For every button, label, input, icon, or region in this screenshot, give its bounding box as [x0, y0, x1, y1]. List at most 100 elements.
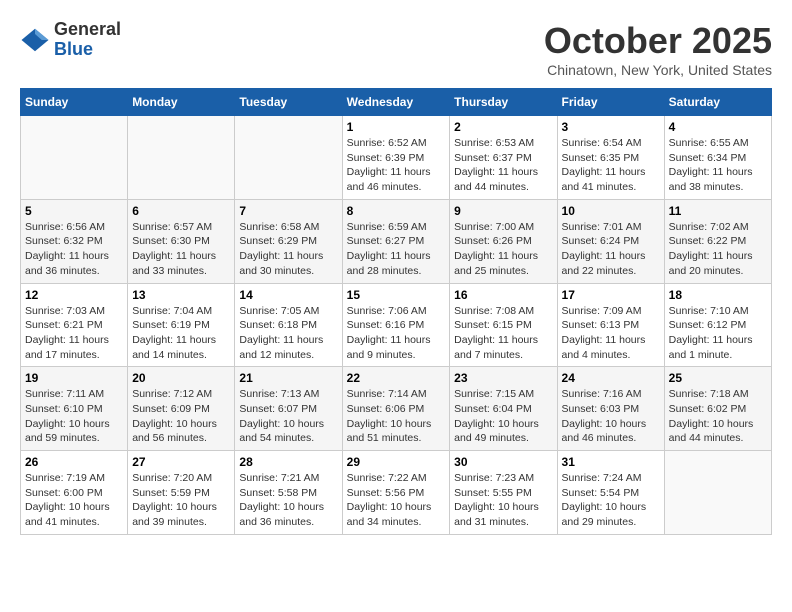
calendar-cell: 18 Sunrise: 7:10 AM Sunset: 6:12 PM Dayli… [664, 283, 771, 367]
calendar-cell: 1Sunrise: 6:52 AM Sunset: 6:39 PM Daylig… [342, 116, 450, 200]
calendar-cell: 22Sunrise: 7:14 AM Sunset: 6:06 PM Dayli… [342, 367, 450, 451]
calendar-cell: 12 Sunrise: 7:03 AM Sunset: 6:21 PM Dayli… [21, 283, 128, 367]
day-number: 20 [132, 371, 230, 385]
day-info: Sunrise: 6:59 AM Sunset: 6:27 PM Dayligh… [347, 220, 446, 279]
day-info: Sunrise: 7:13 AM Sunset: 6:07 PM Dayligh… [239, 387, 337, 446]
day-number: 17 [562, 288, 660, 302]
calendar-cell: 25Sunrise: 7:18 AM Sunset: 6:02 PM Dayli… [664, 367, 771, 451]
day-number: 1 [347, 120, 446, 134]
day-number: 28 [239, 455, 337, 469]
calendar-cell: 3 Sunrise: 6:54 AM Sunset: 6:35 PM Daylig… [557, 116, 664, 200]
logo: General Blue [20, 20, 121, 60]
day-info: Sunrise: 6:58 AM Sunset: 6:29 PM Dayligh… [239, 220, 337, 279]
title-section: October 2025 Chinatown, New York, United… [544, 20, 772, 78]
day-info: Sunrise: 7:09 AM Sunset: 6:13 PM Dayligh… [562, 304, 660, 363]
logo-general: General [54, 20, 121, 40]
calendar-table: SundayMondayTuesdayWednesdayThursdayFrid… [20, 88, 772, 535]
month-title: October 2025 [544, 20, 772, 62]
header-wednesday: Wednesday [342, 89, 450, 116]
calendar-week-1: 1Sunrise: 6:52 AM Sunset: 6:39 PM Daylig… [21, 116, 772, 200]
day-info: Sunrise: 6:55 AM Sunset: 6:34 PM Dayligh… [669, 136, 767, 195]
day-number: 23 [454, 371, 552, 385]
day-info: Sunrise: 6:53 AM Sunset: 6:37 PM Dayligh… [454, 136, 552, 195]
logo-icon [20, 25, 50, 55]
calendar-cell: 17 Sunrise: 7:09 AM Sunset: 6:13 PM Dayli… [557, 283, 664, 367]
day-number: 27 [132, 455, 230, 469]
day-number: 31 [562, 455, 660, 469]
day-info: Sunrise: 7:20 AM Sunset: 5:59 PM Dayligh… [132, 471, 230, 530]
day-info: Sunrise: 7:21 AM Sunset: 5:58 PM Dayligh… [239, 471, 337, 530]
calendar-header-row: SundayMondayTuesdayWednesdayThursdayFrid… [21, 89, 772, 116]
day-number: 26 [25, 455, 123, 469]
day-info: Sunrise: 7:23 AM Sunset: 5:55 PM Dayligh… [454, 471, 552, 530]
day-number: 25 [669, 371, 767, 385]
calendar-cell: 19Sunrise: 7:11 AM Sunset: 6:10 PM Dayli… [21, 367, 128, 451]
day-number: 24 [562, 371, 660, 385]
calendar-cell: 23 Sunrise: 7:15 AM Sunset: 6:04 PM Dayli… [450, 367, 557, 451]
day-info: Sunrise: 7:06 AM Sunset: 6:16 PM Dayligh… [347, 304, 446, 363]
header-monday: Monday [128, 89, 235, 116]
day-info: Sunrise: 7:00 AM Sunset: 6:26 PM Dayligh… [454, 220, 552, 279]
calendar-cell: 20 Sunrise: 7:12 AM Sunset: 6:09 PM Dayli… [128, 367, 235, 451]
day-info: Sunrise: 7:02 AM Sunset: 6:22 PM Dayligh… [669, 220, 767, 279]
day-info: Sunrise: 6:54 AM Sunset: 6:35 PM Dayligh… [562, 136, 660, 195]
day-number: 30 [454, 455, 552, 469]
calendar-week-3: 12 Sunrise: 7:03 AM Sunset: 6:21 PM Dayli… [21, 283, 772, 367]
day-number: 3 [562, 120, 660, 134]
calendar-cell: 10Sunrise: 7:01 AM Sunset: 6:24 PM Dayli… [557, 199, 664, 283]
day-info: Sunrise: 6:56 AM Sunset: 6:32 PM Dayligh… [25, 220, 123, 279]
day-info: Sunrise: 7:03 AM Sunset: 6:21 PM Dayligh… [25, 304, 123, 363]
calendar-cell [128, 116, 235, 200]
day-info: Sunrise: 7:04 AM Sunset: 6:19 PM Dayligh… [132, 304, 230, 363]
calendar-cell: 2 Sunrise: 6:53 AM Sunset: 6:37 PM Daylig… [450, 116, 557, 200]
day-number: 8 [347, 204, 446, 218]
day-number: 5 [25, 204, 123, 218]
calendar-cell: 31 Sunrise: 7:24 AM Sunset: 5:54 PM Dayli… [557, 451, 664, 535]
day-info: Sunrise: 7:24 AM Sunset: 5:54 PM Dayligh… [562, 471, 660, 530]
calendar-cell: 24 Sunrise: 7:16 AM Sunset: 6:03 PM Dayli… [557, 367, 664, 451]
day-number: 14 [239, 288, 337, 302]
day-number: 6 [132, 204, 230, 218]
logo-text: General Blue [54, 20, 121, 60]
day-number: 18 [669, 288, 767, 302]
logo-blue: Blue [54, 40, 121, 60]
day-info: Sunrise: 7:14 AM Sunset: 6:06 PM Dayligh… [347, 387, 446, 446]
day-info: Sunrise: 6:57 AM Sunset: 6:30 PM Dayligh… [132, 220, 230, 279]
calendar-cell: 30 Sunrise: 7:23 AM Sunset: 5:55 PM Dayli… [450, 451, 557, 535]
day-number: 19 [25, 371, 123, 385]
day-info: Sunrise: 7:05 AM Sunset: 6:18 PM Dayligh… [239, 304, 337, 363]
header-tuesday: Tuesday [235, 89, 342, 116]
calendar-cell [21, 116, 128, 200]
page-header: General Blue October 2025 Chinatown, New… [20, 20, 772, 78]
day-info: Sunrise: 7:15 AM Sunset: 6:04 PM Dayligh… [454, 387, 552, 446]
day-info: Sunrise: 7:12 AM Sunset: 6:09 PM Dayligh… [132, 387, 230, 446]
calendar-cell: 9 Sunrise: 7:00 AM Sunset: 6:26 PM Daylig… [450, 199, 557, 283]
day-number: 12 [25, 288, 123, 302]
day-number: 29 [347, 455, 446, 469]
calendar-cell: 6 Sunrise: 6:57 AM Sunset: 6:30 PM Daylig… [128, 199, 235, 283]
day-number: 7 [239, 204, 337, 218]
day-info: Sunrise: 7:01 AM Sunset: 6:24 PM Dayligh… [562, 220, 660, 279]
calendar-cell: 4Sunrise: 6:55 AM Sunset: 6:34 PM Daylig… [664, 116, 771, 200]
day-number: 13 [132, 288, 230, 302]
header-friday: Friday [557, 89, 664, 116]
day-number: 15 [347, 288, 446, 302]
day-info: Sunrise: 7:10 AM Sunset: 6:12 PM Dayligh… [669, 304, 767, 363]
location: Chinatown, New York, United States [544, 62, 772, 78]
calendar-cell [664, 451, 771, 535]
calendar-cell: 27 Sunrise: 7:20 AM Sunset: 5:59 PM Dayli… [128, 451, 235, 535]
day-number: 21 [239, 371, 337, 385]
calendar-week-4: 19Sunrise: 7:11 AM Sunset: 6:10 PM Dayli… [21, 367, 772, 451]
calendar-week-2: 5 Sunrise: 6:56 AM Sunset: 6:32 PM Daylig… [21, 199, 772, 283]
day-info: Sunrise: 7:16 AM Sunset: 6:03 PM Dayligh… [562, 387, 660, 446]
header-thursday: Thursday [450, 89, 557, 116]
day-number: 11 [669, 204, 767, 218]
calendar-cell: 29Sunrise: 7:22 AM Sunset: 5:56 PM Dayli… [342, 451, 450, 535]
calendar-cell: 28 Sunrise: 7:21 AM Sunset: 5:58 PM Dayli… [235, 451, 342, 535]
calendar-cell: 11 Sunrise: 7:02 AM Sunset: 6:22 PM Dayli… [664, 199, 771, 283]
calendar-cell: 14 Sunrise: 7:05 AM Sunset: 6:18 PM Dayli… [235, 283, 342, 367]
day-info: Sunrise: 7:08 AM Sunset: 6:15 PM Dayligh… [454, 304, 552, 363]
day-number: 2 [454, 120, 552, 134]
day-number: 9 [454, 204, 552, 218]
calendar-cell: 8 Sunrise: 6:59 AM Sunset: 6:27 PM Daylig… [342, 199, 450, 283]
